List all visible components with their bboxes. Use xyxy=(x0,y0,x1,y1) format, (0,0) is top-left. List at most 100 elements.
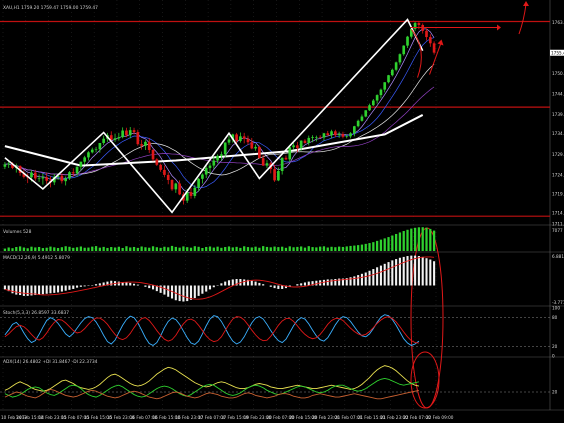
candle-body xyxy=(144,141,147,146)
candle-body xyxy=(151,150,155,160)
candle-body xyxy=(64,178,68,182)
candle-body xyxy=(60,175,64,182)
price-tick-label: 1739.60 xyxy=(552,112,564,117)
candle-body xyxy=(83,157,86,162)
chart-canvas[interactable]: 1763.30 1755.47 1750.20 1744.90 1739.60 1734.… xyxy=(0,0,564,423)
candle-body xyxy=(128,130,132,136)
candle-body xyxy=(387,75,390,83)
candle-body xyxy=(33,172,37,179)
candle-body xyxy=(204,167,208,175)
candle-body xyxy=(402,45,406,55)
candle-body xyxy=(360,116,364,121)
chart-window: 1763.30 1755.47 1750.20 1744.90 1739.60 1734.… xyxy=(0,0,564,423)
candle-body xyxy=(250,142,254,149)
candle-body xyxy=(265,163,269,166)
candle-body xyxy=(383,82,387,90)
candle-body xyxy=(216,155,219,161)
candle-body xyxy=(113,138,117,140)
candle-body xyxy=(178,183,181,195)
candle-body xyxy=(315,137,318,138)
candle-body xyxy=(68,172,71,179)
volume-tick-label: 7077 xyxy=(552,228,563,233)
stochastic-tick-label: 80 xyxy=(552,315,558,320)
candle-body xyxy=(197,178,200,188)
candle-body xyxy=(345,136,349,137)
candle-body xyxy=(258,146,261,159)
candle-body xyxy=(71,172,75,174)
candle-body xyxy=(189,192,193,196)
time-tick-label: 22 Feb 09:00 xyxy=(426,415,454,420)
candle-body xyxy=(132,130,136,133)
candle-body xyxy=(235,134,238,142)
stochastic-tick-label: 0 xyxy=(552,354,555,359)
candle-body xyxy=(41,177,45,179)
candle-body xyxy=(155,159,159,165)
candle-body xyxy=(208,165,212,168)
candle-body xyxy=(425,30,428,38)
candle-body xyxy=(261,158,265,166)
candle-body xyxy=(303,140,307,143)
candle-body xyxy=(334,131,337,136)
candle-body xyxy=(368,105,371,111)
candle-body xyxy=(406,36,409,46)
price-tick-label: 1729.40 xyxy=(552,152,564,157)
price-tick-label: 1719.20 xyxy=(552,192,564,197)
candle-body xyxy=(3,164,7,167)
candle-body xyxy=(121,130,124,138)
candle-body xyxy=(349,133,352,137)
candle-body xyxy=(330,131,333,136)
price-pane-header: XAU,H1 1759.20 1759.47 1759.00 1759.47 xyxy=(3,5,98,11)
candle-body xyxy=(212,160,216,166)
current-price-label: 1755.47 xyxy=(551,50,564,55)
candle-body xyxy=(273,169,276,181)
stochastic-tick-label: 100 xyxy=(552,306,560,311)
candle-body xyxy=(163,169,166,175)
stochastic-pane-header: Stoch(5,3,3) 26.8597 33.6837 xyxy=(3,310,69,316)
candle-body xyxy=(254,146,257,149)
candle-body xyxy=(98,142,102,150)
candle-body xyxy=(318,137,322,138)
candle-body xyxy=(193,187,197,196)
candle-body xyxy=(428,37,432,44)
candle-body xyxy=(125,130,128,136)
candle-body xyxy=(170,179,174,190)
candle-body xyxy=(223,142,227,155)
candle-body xyxy=(159,164,162,170)
candle-body xyxy=(337,134,341,136)
macd-tick-label: 6.8815 xyxy=(552,254,564,259)
candle-body xyxy=(284,157,288,160)
candle-body xyxy=(280,157,284,172)
candle-body xyxy=(296,145,299,149)
candle-body xyxy=(375,95,379,101)
candle-body xyxy=(166,174,170,180)
candle-body xyxy=(7,163,11,165)
stochastic-tick-label: 20 xyxy=(552,344,558,349)
candle-body xyxy=(390,69,394,76)
candle-body xyxy=(322,133,326,138)
candle-body xyxy=(75,166,79,174)
volume-pane-header: Volumes 528 xyxy=(3,229,32,235)
candle-body xyxy=(341,134,345,137)
price-tick-label: 1750.20 xyxy=(552,71,564,76)
candle-body xyxy=(79,161,83,167)
price-tick-label: 1763.30 xyxy=(552,20,564,25)
candle-body xyxy=(37,178,41,180)
candle-body xyxy=(87,152,90,158)
candle-body xyxy=(311,137,314,138)
price-tick-label: 1714.30 xyxy=(552,211,564,216)
candle-body xyxy=(140,144,143,146)
candle-body xyxy=(239,136,242,142)
candle-body xyxy=(94,149,98,150)
price-tick-label: 1724.10 xyxy=(552,172,564,177)
candle-body xyxy=(353,126,356,134)
candle-body xyxy=(102,138,105,143)
candle-body xyxy=(371,100,375,106)
candle-body xyxy=(417,23,421,25)
candle-body xyxy=(356,120,360,127)
candle-body xyxy=(326,133,330,136)
candle-body xyxy=(292,145,295,148)
candle-body xyxy=(288,147,292,160)
adx-pane-header: ADX(14) 26.4802 +DI 31.8467 -DI 22.3734 xyxy=(3,359,98,365)
candle-body xyxy=(45,177,49,181)
candle-body xyxy=(242,136,246,139)
